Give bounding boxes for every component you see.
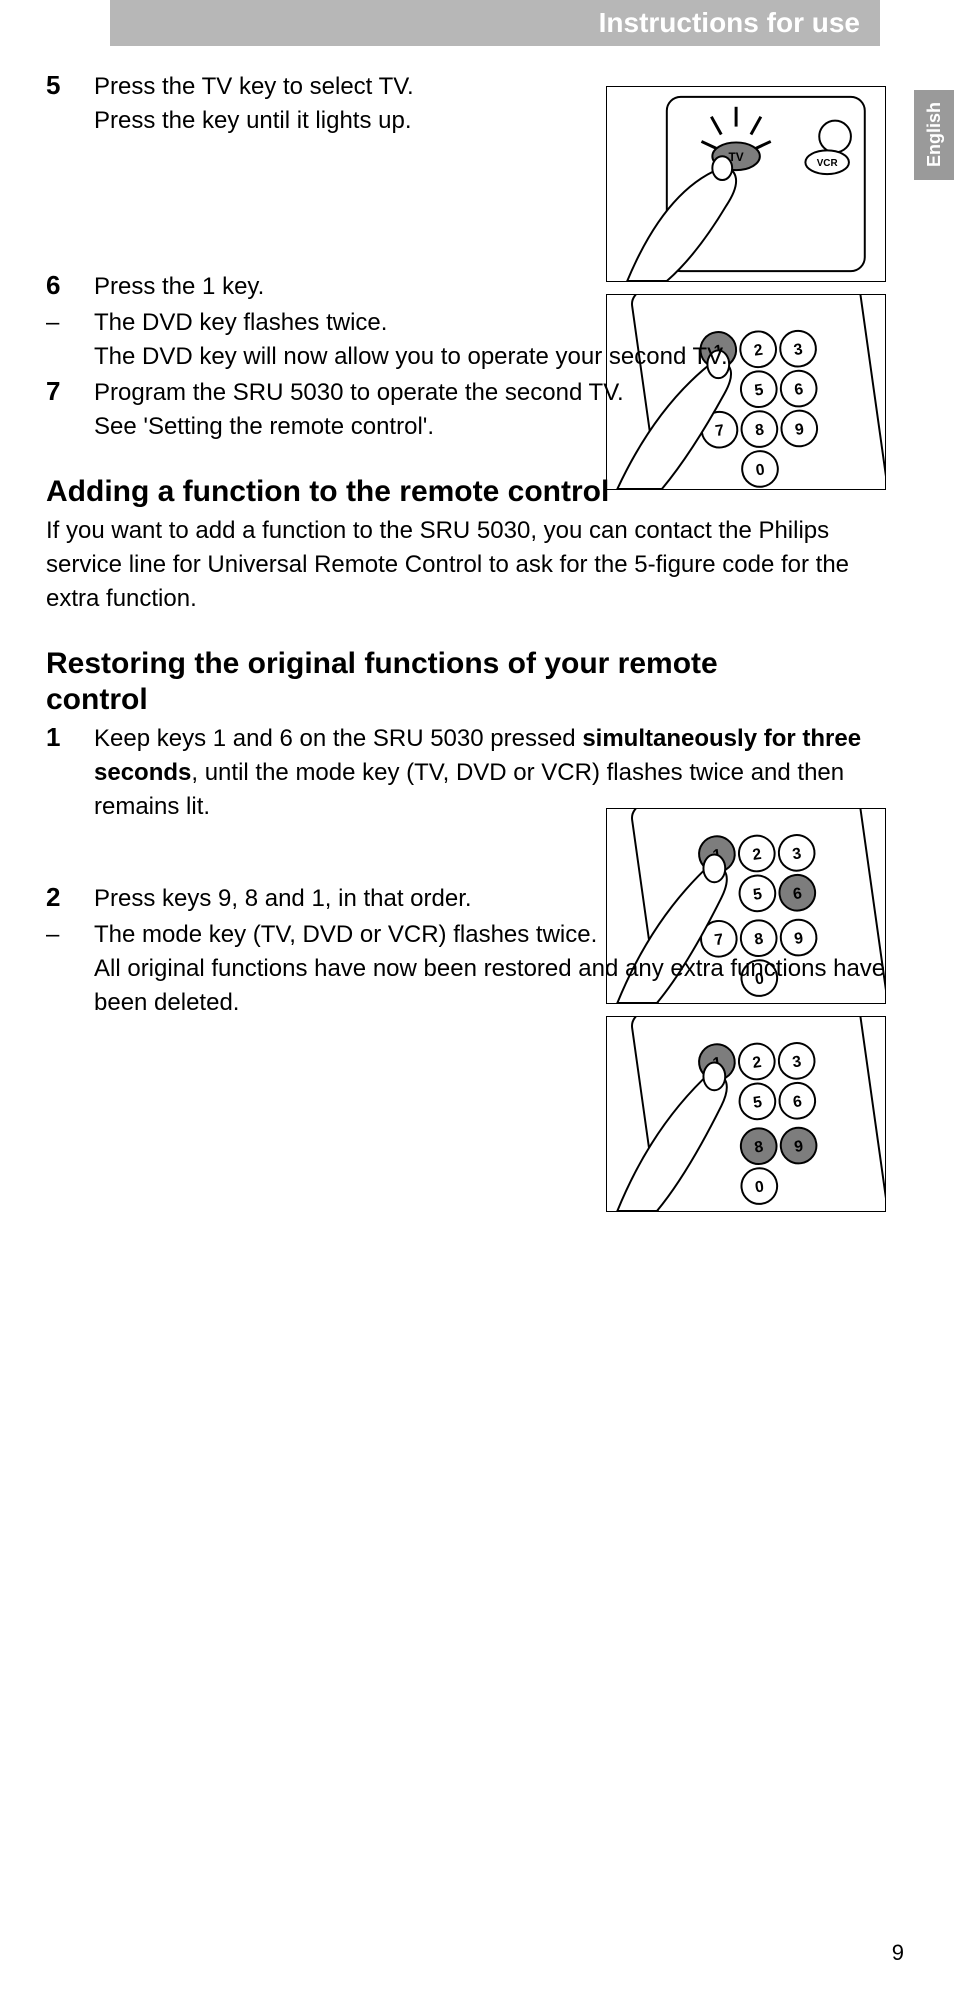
dash-mark-restore-2: – [46,918,94,952]
step-7-body: Program the SRU 5030 to operate the seco… [94,376,886,444]
step-6-dash: – The DVD key flashes twice. The DVD key… [46,306,886,374]
content-area: 5 Press the TV key to select TV. Press t… [46,70,886,1022]
step-6-dash-line2: The DVD key will now allow you to operat… [94,340,886,374]
restore-step-1-pre: Keep keys 1 and 6 on the SRU 5030 presse… [94,725,582,752]
restore-step-2: 2 Press keys 9, 8 and 1, in that order. [46,882,886,916]
restore-step-2-line1: Press keys 9, 8 and 1, in that order. [94,882,886,916]
header-title: Instructions for use [599,7,860,39]
step-7-line2: See 'Setting the remote control'. [94,410,886,444]
restore-step-num-2: 2 [46,882,94,912]
restore-step-1: 1 Keep keys 1 and 6 on the SRU 5030 pres… [46,722,886,824]
restore-step-1-body: Keep keys 1 and 6 on the SRU 5030 presse… [94,722,886,824]
step-num-5: 5 [46,70,94,100]
page: Instructions for use English TV VCR 1 [0,0,954,2004]
restore-step-1-post: , until the mode key (TV, DVD or VCR) fl… [94,759,844,820]
heading-restoring: Restoring the original functions of your… [46,646,726,718]
step-7: 7 Program the SRU 5030 to operate the se… [46,376,886,444]
restore-step-num-1: 1 [46,722,94,752]
language-label: English [924,102,945,167]
heading-adding-function: Adding a function to the remote control [46,474,886,510]
restore-step-2-dash-body: The mode key (TV, DVD or VCR) flashes tw… [94,918,886,1020]
page-number: 9 [892,1940,904,1966]
language-tab: English [914,90,954,180]
dash-mark-6: – [46,306,94,340]
step-6-line1: Press the 1 key. [94,270,886,304]
restore-step-2-dash-line1: The mode key (TV, DVD or VCR) flashes tw… [94,918,886,952]
step-5-body: Press the TV key to select TV. Press the… [94,70,886,138]
step-5-line1: Press the TV key to select TV. [94,70,886,104]
step-6: 6 Press the 1 key. [46,270,886,304]
header-bar: Instructions for use [110,0,880,46]
step-num-6: 6 [46,270,94,300]
step-num-7: 7 [46,376,94,406]
restore-step-2-dash: – The mode key (TV, DVD or VCR) flashes … [46,918,886,1020]
step-5: 5 Press the TV key to select TV. Press t… [46,70,886,138]
para-adding-function: If you want to add a function to the SRU… [46,514,886,616]
step-6-dash-line1: The DVD key flashes twice. [94,306,886,340]
step-6-dash-body: The DVD key flashes twice. The DVD key w… [94,306,886,374]
step-5-line2: Press the key until it lights up. [94,104,886,138]
restore-step-2-dash-line2: All original functions have now been res… [94,952,886,1020]
step-7-line1: Program the SRU 5030 to operate the seco… [94,376,886,410]
illustration-keys-981: 1 2 3 5 6 8 9 0 [606,1016,886,1212]
